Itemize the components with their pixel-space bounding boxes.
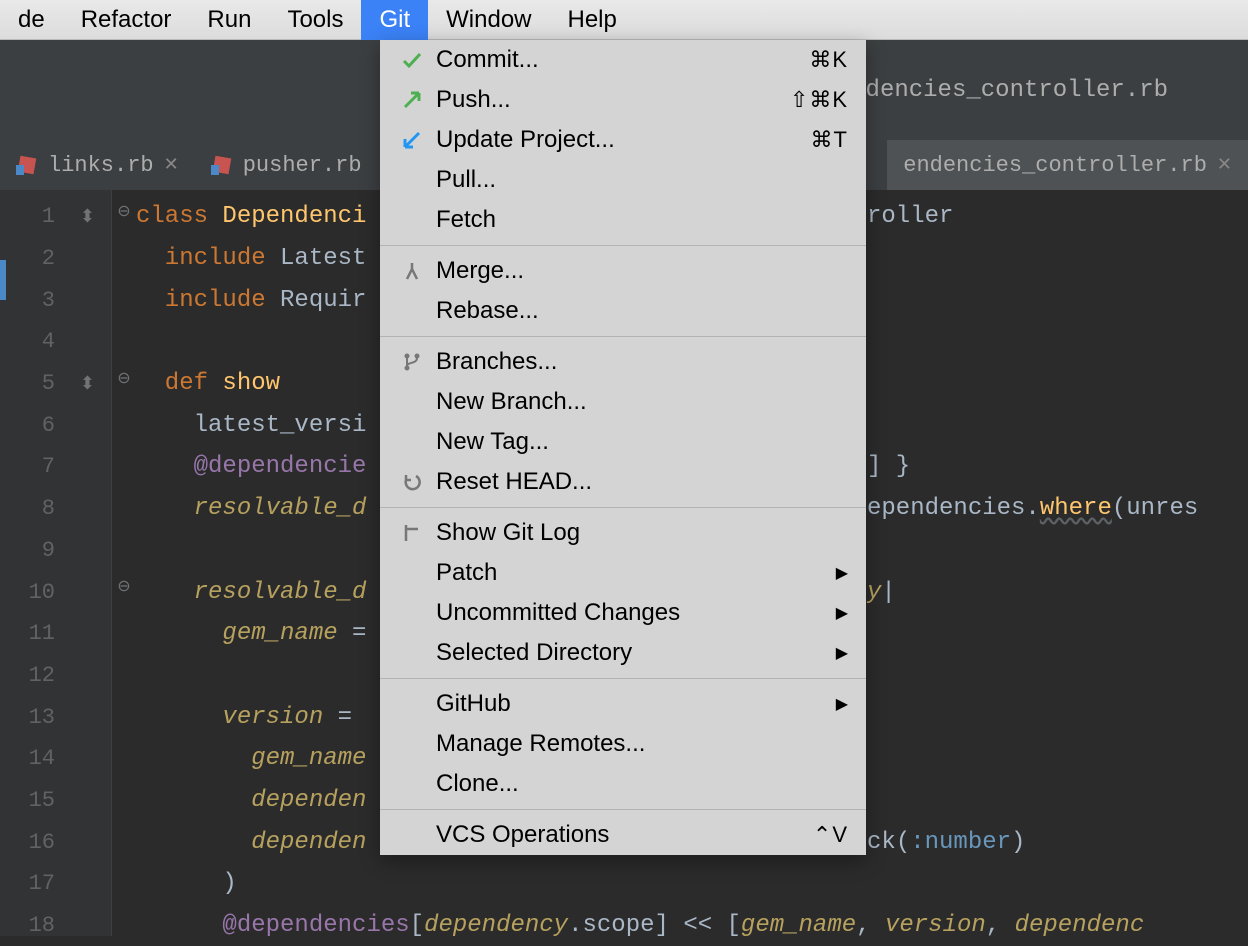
line-number: 10 (25, 580, 55, 605)
menu-new-tag[interactable]: New Tag... (380, 422, 866, 462)
fold-column: ⊖ ⊖ ⊖ (112, 190, 136, 936)
code-line: ) (136, 863, 1248, 905)
ruby-file-icon (211, 154, 233, 176)
line-number: 12 (25, 663, 55, 688)
code-right-fragments: roller ] } ependencies.where(unres y| ck… (867, 196, 1198, 863)
menu-separator (380, 245, 866, 246)
menu-git[interactable]: Git (361, 0, 428, 40)
line-number: 1 (25, 204, 55, 229)
close-icon[interactable]: ✕ (1217, 154, 1232, 176)
menu-tools[interactable]: Tools (269, 0, 361, 40)
menu-selected-directory[interactable]: Selected Directory▶ (380, 633, 866, 673)
line-number: 2 (25, 246, 55, 271)
gutter-arrows-icon[interactable]: ⬍ (80, 206, 95, 228)
line-number: 18 (25, 913, 55, 938)
menu-fetch[interactable]: Fetch (380, 200, 866, 240)
menu-new-branch[interactable]: New Branch... (380, 382, 866, 422)
tab-label: endencies_controller.rb (903, 153, 1207, 178)
line-number: 16 (25, 830, 55, 855)
menu-pull[interactable]: Pull... (380, 160, 866, 200)
fold-toggle-icon[interactable]: ⊖ (112, 190, 136, 232)
menu-show-git-log[interactable]: Show Git Log (380, 513, 866, 553)
fold-toggle-icon[interactable]: ⊖ (112, 357, 136, 399)
log-icon (398, 523, 426, 543)
line-number: 14 (25, 746, 55, 771)
fold-toggle-icon[interactable]: ⊖ (112, 565, 136, 607)
menu-vcs-operations[interactable]: VCS Operations⌃V (380, 815, 866, 855)
chevron-right-icon: ▶ (836, 603, 848, 623)
line-number: 7 (25, 454, 55, 479)
menu-github[interactable]: GitHub▶ (380, 684, 866, 724)
tab-label: pusher.rb (243, 153, 362, 178)
tab-pusher[interactable]: pusher.rb (195, 140, 378, 190)
push-arrow-icon (398, 89, 426, 111)
menu-separator (380, 507, 866, 508)
menu-run[interactable]: Run (189, 0, 269, 40)
menu-manage-remotes[interactable]: Manage Remotes... (380, 724, 866, 764)
menu-code-frag[interactable]: de (0, 0, 63, 40)
line-number: 11 (25, 621, 55, 646)
menu-help[interactable]: Help (550, 0, 635, 40)
undo-icon (398, 472, 426, 492)
line-number: 8 (25, 496, 55, 521)
menu-branches[interactable]: Branches... (380, 342, 866, 382)
line-number: 17 (25, 871, 55, 896)
tab-dependencies-controller[interactable]: endencies_controller.rb ✕ (887, 140, 1248, 190)
line-number: 13 (25, 705, 55, 730)
tab-links[interactable]: links.rb ✕ (0, 140, 195, 190)
chevron-right-icon: ▶ (836, 694, 848, 714)
menu-separator (380, 809, 866, 810)
menu-merge[interactable]: Merge... (380, 251, 866, 291)
check-icon (398, 49, 426, 71)
code-line: @dependencies[dependency.scope] << [gem_… (136, 905, 1248, 946)
line-number: 3 (25, 288, 55, 313)
line-number: 9 (25, 538, 55, 563)
menu-separator (380, 336, 866, 337)
chevron-right-icon: ▶ (836, 563, 848, 583)
menu-uncommitted-changes[interactable]: Uncommitted Changes▶ (380, 593, 866, 633)
line-number: 15 (25, 788, 55, 813)
menubar: de Refactor Run Tools Git Window Help (0, 0, 1248, 40)
menu-separator (380, 678, 866, 679)
line-number: 5 (25, 371, 55, 396)
menu-clone[interactable]: Clone... (380, 764, 866, 804)
chevron-right-icon: ▶ (836, 643, 848, 663)
tab-label: links.rb (48, 153, 154, 178)
breadcrumb-filename: ndencies_controller.rb (851, 77, 1168, 104)
merge-icon (398, 261, 426, 281)
line-number: 6 (25, 413, 55, 438)
line-number: 4 (25, 329, 55, 354)
menu-update-project[interactable]: Update Project... ⌘T (380, 120, 866, 160)
menu-window[interactable]: Window (428, 0, 549, 40)
menu-reset-head[interactable]: Reset HEAD... (380, 462, 866, 502)
update-arrow-icon (398, 129, 426, 151)
close-icon[interactable]: ✕ (164, 154, 179, 176)
menu-push[interactable]: Push... ⇧⌘K (380, 80, 866, 120)
branch-icon (398, 352, 426, 372)
git-dropdown-menu: Commit... ⌘K Push... ⇧⌘K Update Project.… (380, 40, 866, 855)
gutter-arrows-icon[interactable]: ⬍ (80, 373, 95, 395)
gutter: 1 ⬍ 2 3 4 5 ⬍ 6 7 8 9 10 11 12 13 14 15 16… (0, 190, 112, 936)
menu-refactor[interactable]: Refactor (63, 0, 190, 40)
menu-rebase[interactable]: Rebase... (380, 291, 866, 331)
menu-commit[interactable]: Commit... ⌘K (380, 40, 866, 80)
menu-patch[interactable]: Patch▶ (380, 553, 866, 593)
ruby-file-icon (16, 154, 38, 176)
